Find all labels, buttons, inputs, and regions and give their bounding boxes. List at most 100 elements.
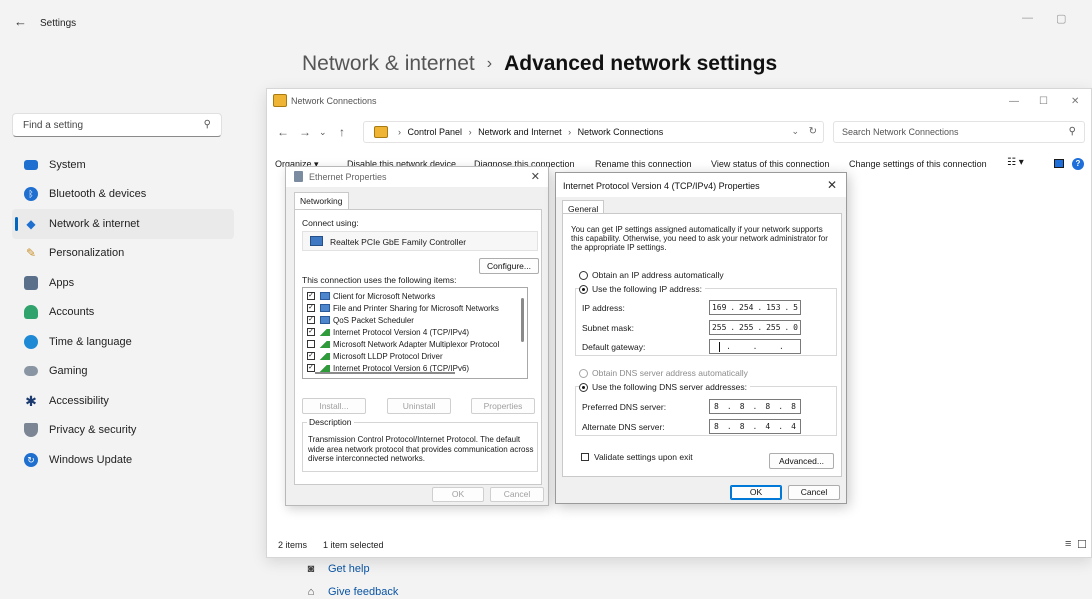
breadcrumb-network-internet[interactable]: Network and Internet bbox=[478, 127, 562, 137]
list-item[interactable]: ✓ QoS Packet Scheduler bbox=[307, 315, 414, 325]
change-settings-button[interactable]: Change settings of this connection bbox=[849, 159, 987, 169]
give-feedback-link[interactable]: ⌂ Give feedback bbox=[304, 586, 399, 598]
recent-chevron-icon[interactable]: ⌄ bbox=[319, 127, 327, 138]
network-client-icon bbox=[320, 292, 330, 300]
obtain-dns-auto-radio[interactable]: Obtain DNS server address automatically bbox=[579, 368, 748, 378]
nc-search-input[interactable]: Search Network Connections ⚲ bbox=[833, 121, 1085, 143]
tab-networking[interactable]: Networking bbox=[294, 192, 349, 209]
breadcrumb-control-panel[interactable]: Control Panel bbox=[408, 127, 463, 137]
update-icon: ↻ bbox=[24, 452, 38, 467]
view-options-icon[interactable]: ☷ ▾ bbox=[1007, 157, 1024, 168]
obtain-ip-auto-radio[interactable]: Obtain an IP address automatically bbox=[579, 270, 724, 280]
horizontal-scrollbar[interactable] bbox=[315, 372, 455, 374]
nav-label: Apps bbox=[49, 276, 75, 289]
adapter-field: Realtek PCIe GbE Family Controller bbox=[302, 231, 538, 251]
back-icon[interactable]: ← bbox=[277, 125, 289, 139]
nav-label: Time & language bbox=[49, 335, 132, 348]
breadcrumb-parent[interactable]: Network & internet bbox=[302, 52, 475, 75]
checkbox[interactable] bbox=[307, 340, 315, 348]
list-item[interactable]: ✓ Microsoft LLDP Protocol Driver bbox=[307, 351, 443, 361]
items-list[interactable]: ✓ Client for Microsoft Networks ✓ File and… bbox=[302, 287, 528, 379]
page-heading: Network & internet › Advanced network sett… bbox=[302, 52, 777, 76]
breadcrumb-network-connections[interactable]: Network Connections bbox=[578, 127, 664, 137]
up-icon[interactable]: ↑ bbox=[339, 125, 345, 139]
get-help-link[interactable]: ◙ Get help bbox=[304, 563, 370, 575]
tiles-view-icon[interactable]: ☐ bbox=[1077, 538, 1087, 551]
checkbox[interactable]: ✓ bbox=[307, 328, 315, 336]
checkbox[interactable]: ✓ bbox=[307, 292, 315, 300]
nav-item-accessibility[interactable]: ✱ Accessibility bbox=[12, 386, 234, 416]
address-bar[interactable]: › Control Panel › Network and Internet ›… bbox=[363, 121, 824, 143]
network-adapter-icon bbox=[310, 236, 323, 246]
ok-button[interactable]: OK bbox=[730, 485, 782, 500]
chevron-down-icon[interactable]: ⌄ bbox=[791, 126, 799, 137]
nav-item-apps[interactable]: Apps bbox=[12, 268, 234, 298]
maximize-icon[interactable]: ☐ bbox=[1039, 96, 1048, 107]
nav-item-bluetooth[interactable]: ᛒ Bluetooth & devices bbox=[12, 180, 234, 210]
view-status-button[interactable]: View status of this connection bbox=[711, 159, 829, 169]
list-item[interactable]: ✓ Client for Microsoft Networks bbox=[307, 291, 435, 301]
forward-icon[interactable]: → bbox=[299, 125, 311, 139]
wifi-icon: ◆ bbox=[26, 216, 36, 231]
ok-button[interactable]: OK bbox=[432, 487, 484, 502]
close-icon[interactable]: ✕ bbox=[1071, 96, 1079, 107]
checkbox[interactable]: ✓ bbox=[307, 304, 315, 312]
item-label: File and Printer Sharing for Microsoft N… bbox=[333, 303, 499, 313]
octet: 255 bbox=[711, 323, 727, 332]
maximize-icon[interactable]: ▢ bbox=[1056, 12, 1066, 25]
nav-item-system[interactable]: System bbox=[12, 150, 234, 180]
refresh-icon[interactable]: ↻ bbox=[809, 126, 817, 137]
nav-item-gaming[interactable]: Gaming bbox=[12, 357, 234, 387]
description-legend: Description bbox=[307, 417, 354, 427]
radio-label: Use the following IP address: bbox=[592, 284, 702, 294]
rename-button[interactable]: Rename this connection bbox=[595, 159, 692, 169]
advanced-button[interactable]: Advanced... bbox=[769, 453, 834, 469]
nav-item-privacy[interactable]: Privacy & security bbox=[12, 416, 234, 446]
list-item[interactable]: Microsoft Network Adapter Multiplexor Pr… bbox=[307, 339, 499, 349]
preferred-dns-field[interactable]: 8.8.8.8 bbox=[709, 399, 801, 414]
checkbox[interactable]: ✓ bbox=[307, 352, 315, 360]
nav-item-time-language[interactable]: Time & language bbox=[12, 327, 234, 357]
search-icon: ⚲ bbox=[1068, 126, 1076, 137]
list-item[interactable]: ✓ File and Printer Sharing for Microsoft … bbox=[307, 303, 499, 313]
install-button[interactable]: Install... bbox=[302, 398, 366, 414]
configure-button[interactable]: Configure... bbox=[479, 258, 539, 274]
preview-pane-icon[interactable] bbox=[1054, 159, 1064, 168]
checkbox[interactable]: ✓ bbox=[307, 316, 315, 324]
minimize-icon[interactable]: — bbox=[1009, 96, 1019, 107]
use-following-ip-radio[interactable]: Use the following IP address: bbox=[579, 284, 705, 294]
octet: 4 bbox=[765, 422, 771, 431]
settings-search-input[interactable]: Find a setting ⚲ bbox=[12, 113, 222, 137]
use-following-dns-radio[interactable]: Use the following DNS server addresses: bbox=[579, 382, 750, 392]
close-icon[interactable]: ✕ bbox=[827, 178, 837, 192]
close-icon[interactable]: ✕ bbox=[531, 170, 540, 183]
octet: 255 bbox=[739, 323, 754, 332]
back-arrow-icon[interactable]: ← bbox=[14, 14, 27, 29]
validate-settings-checkbox[interactable]: Validate settings upon exit bbox=[581, 452, 693, 462]
octet: 8 bbox=[739, 422, 745, 431]
eth-networking-panel: Connect using: Realtek PCIe GbE Family C… bbox=[294, 209, 542, 485]
nav-item-personalization[interactable]: ✎ Personalization bbox=[12, 239, 234, 269]
properties-button[interactable]: Properties bbox=[471, 398, 535, 414]
ip-address-field[interactable]: 169. 254. 153. 5 bbox=[709, 300, 801, 315]
uninstall-button[interactable]: Uninstall bbox=[387, 398, 451, 414]
checkbox[interactable] bbox=[581, 453, 589, 461]
nav-item-windows-update[interactable]: ↻ Windows Update bbox=[12, 445, 234, 475]
nav-item-network[interactable]: ◆ Network & internet bbox=[12, 209, 234, 239]
details-view-icon[interactable]: ≡ bbox=[1065, 538, 1071, 550]
checkbox-label: Validate settings upon exit bbox=[594, 452, 693, 462]
cancel-button[interactable]: Cancel bbox=[490, 487, 544, 502]
help-icon[interactable]: ? bbox=[1072, 158, 1084, 170]
default-gateway-field[interactable]: ... bbox=[709, 339, 801, 354]
status-item-count: 2 items bbox=[278, 540, 308, 550]
nav-label: System bbox=[49, 158, 86, 171]
minimize-icon[interactable]: — bbox=[1022, 12, 1033, 24]
checkbox[interactable]: ✓ bbox=[307, 364, 315, 372]
alternate-dns-field[interactable]: 8.8.4.4 bbox=[709, 419, 801, 434]
subnet-mask-field[interactable]: 255. 255. 255. 0 bbox=[709, 320, 801, 335]
controller-icon bbox=[24, 366, 38, 377]
nav-item-accounts[interactable]: Accounts bbox=[12, 298, 234, 328]
cancel-button[interactable]: Cancel bbox=[788, 485, 840, 500]
scrollbar[interactable] bbox=[521, 298, 524, 342]
list-item[interactable]: ✓ Internet Protocol Version 4 (TCP/IPv4) bbox=[307, 327, 469, 337]
